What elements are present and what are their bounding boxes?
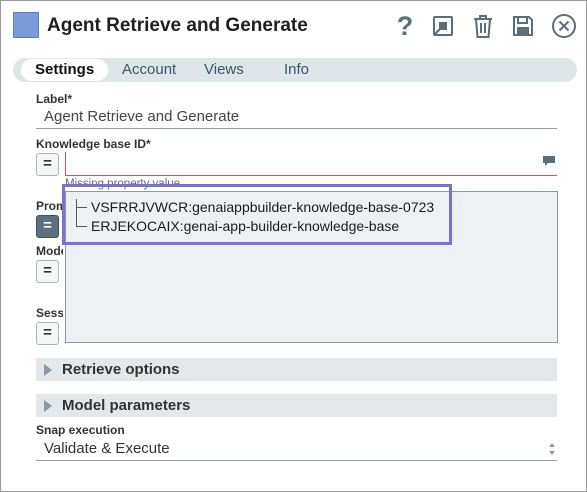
export-icon[interactable] <box>428 11 458 41</box>
tab-settings[interactable]: Settings <box>21 59 109 81</box>
tab-bar: Settings Account Views Info <box>13 58 577 82</box>
tree-branch <box>76 207 87 208</box>
snap-execution-value: Validate & Execute <box>44 440 170 457</box>
session-label: Session <box>36 306 63 320</box>
model-parameters-section[interactable]: Model parameters <box>36 394 557 417</box>
suggestion-option[interactable]: ERJEKOCAIX:genai-app-builder-knowledge-b… <box>91 218 399 234</box>
snap-icon <box>13 12 39 38</box>
snap-execution-label: Snap execution <box>36 423 125 437</box>
snap-execution-select[interactable]: Validate & Execute <box>36 437 557 461</box>
suggestion-option[interactable]: VSFRRJVWCR:genaiappbuilder-knowledge-bas… <box>91 199 434 215</box>
knowledge-base-error: Missing property value <box>65 178 181 190</box>
expand-triangle-icon <box>44 364 52 376</box>
dialog: Agent Retrieve and Generate ? Settings A… <box>0 0 587 492</box>
section-title: Retrieve options <box>62 361 180 378</box>
knowledge-base-id-input[interactable] <box>65 152 557 176</box>
tab-info[interactable]: Info <box>284 58 309 82</box>
knowledge-base-expression-button[interactable]: = <box>36 153 59 176</box>
save-icon[interactable] <box>508 11 538 41</box>
prompt-label: Prompt <box>36 199 63 213</box>
help-icon[interactable]: ? <box>390 11 420 41</box>
delete-icon[interactable] <box>468 11 498 41</box>
tree-branch <box>76 226 87 227</box>
model-expression-button[interactable]: = <box>36 260 59 283</box>
session-expression-button[interactable]: = <box>36 322 59 345</box>
label-input[interactable]: Agent Retrieve and Generate <box>36 105 557 129</box>
dialog-title: Agent Retrieve and Generate <box>47 15 308 36</box>
select-arrows-icon <box>549 443 555 455</box>
dialog-header: Agent Retrieve and Generate ? <box>1 1 586 53</box>
tab-account[interactable]: Account <box>122 58 176 82</box>
retrieve-options-section[interactable]: Retrieve options <box>36 358 557 381</box>
label-field-label: Label* <box>36 92 73 106</box>
tree-connector <box>76 199 77 227</box>
knowledge-base-id-label: Knowledge base ID* <box>36 137 151 151</box>
prompt-expression-button[interactable]: = <box>36 215 59 238</box>
expand-triangle-icon <box>44 400 52 412</box>
tab-views[interactable]: Views <box>204 58 244 82</box>
section-title: Model parameters <box>62 397 191 414</box>
close-icon[interactable] <box>549 11 579 41</box>
model-label: Model <box>36 244 63 258</box>
comment-icon[interactable] <box>542 155 556 167</box>
